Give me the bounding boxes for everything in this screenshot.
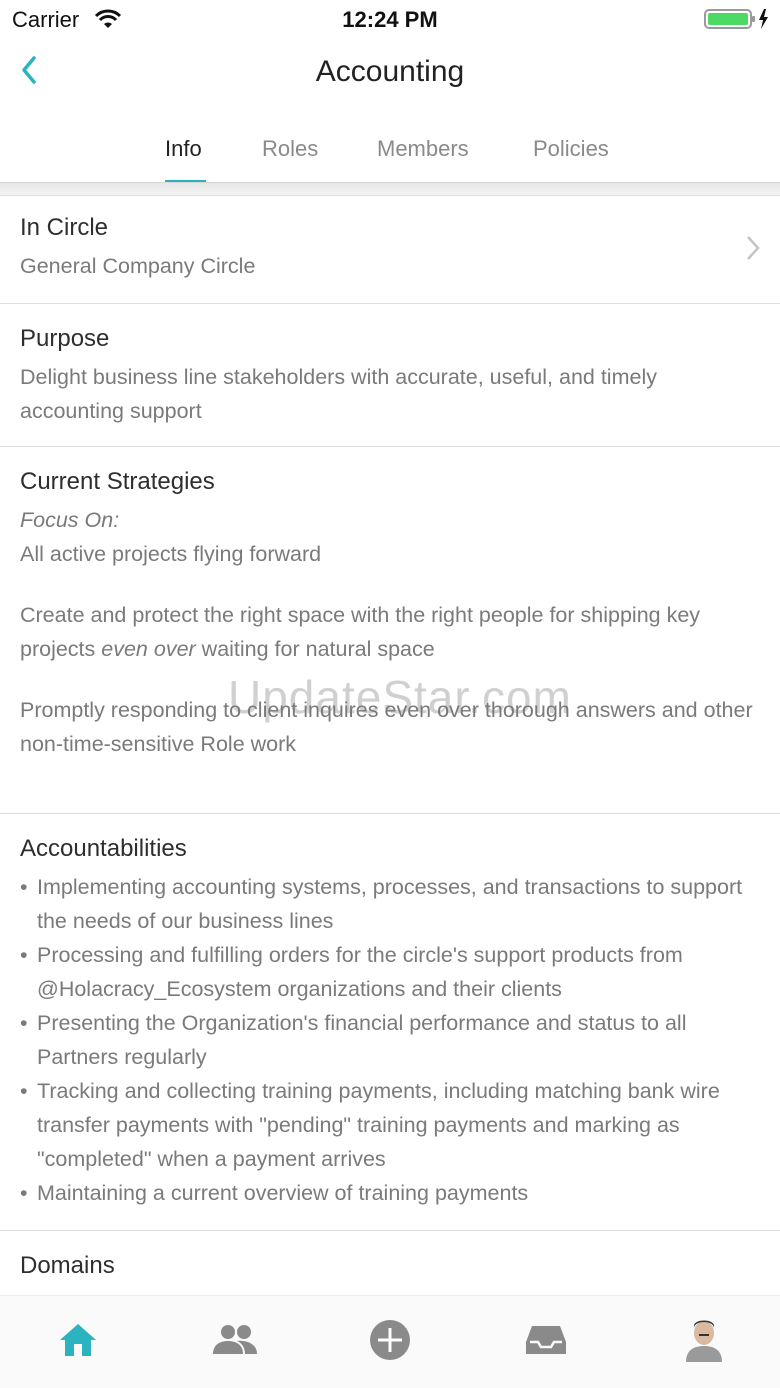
strategy-emphasis: even over [101,637,196,661]
list-item: Presenting the Organization's financial … [20,1006,760,1074]
list-item: Implementing accounting systems, process… [20,870,760,938]
strategy-text: Promptly responding to client inquires e… [20,698,753,756]
bottom-tab-bar [0,1295,780,1388]
in-circle-title: In Circle [20,214,109,241]
domains-title: Domains [20,1252,115,1279]
status-time: 12:24 PM [342,7,438,32]
accountabilities-section: Accountabilities Implementing accounting… [0,814,780,1231]
strategy-text-part: waiting for natural space [195,637,435,661]
avatar[interactable] [682,1316,726,1362]
purpose-section: Purpose Delight business line stakeholde… [0,304,780,447]
tab-info[interactable]: Info [165,136,202,162]
list-item: Tracking and collecting training payment… [20,1074,760,1176]
strategy-text: Create and protect the right space with … [20,598,760,666]
tab-policies[interactable]: Policies [533,136,609,162]
tab-members[interactable]: Members [377,136,469,162]
add-icon[interactable] [368,1320,412,1360]
tab-bar-top: Info Roles Members Policies [0,120,780,183]
status-bar: Carrier 12:24 PM [0,0,780,40]
people-icon[interactable] [211,1320,257,1360]
list-item: Processing and fulfilling orders for the… [20,938,760,1006]
focus-label: Focus On: [20,508,120,532]
accountabilities-title: Accountabilities [20,835,187,862]
inbox-icon[interactable] [524,1320,568,1360]
page-title: Accounting [315,55,465,88]
strategies-title: Current Strategies [20,468,215,495]
strategies-section: Current Strategies Focus On: All active … [0,447,780,814]
home-icon[interactable] [56,1320,100,1360]
battery-icon [704,8,772,35]
info-content[interactable]: In Circle General Company Circle Purpose… [0,195,780,1295]
list-item: Maintaining a current overview of traini… [20,1176,760,1210]
domains-list: Financial transaction processing systems… [20,1287,760,1295]
chevron-right-icon [746,235,760,266]
tab-roles[interactable]: Roles [262,136,318,162]
focus-text: All active projects flying forward [20,542,322,566]
divider [0,182,780,196]
accountabilities-list: Implementing accounting systems, process… [20,870,760,1210]
list-item: Financial transaction processing systems… [20,1287,760,1295]
purpose-title: Purpose [20,325,110,352]
in-circle-row[interactable]: In Circle General Company Circle [0,195,780,304]
purpose-text: Delight business line stakeholders with … [20,365,657,423]
domains-section: Domains Financial transaction processing… [0,1231,780,1295]
in-circle-value: General Company Circle [20,254,256,278]
